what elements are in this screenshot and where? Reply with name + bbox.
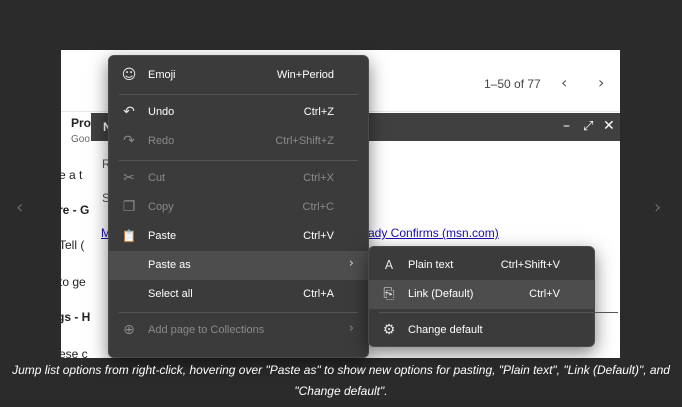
menu-item-paste[interactable]: 📋 Paste Ctrl+V [109,222,368,251]
pasted-link[interactable]: ady Confirms (msn.com) [368,226,499,240]
plain-text-icon: A [384,258,394,272]
email-sender-partial: Pro [71,116,92,130]
menu-item-label: Emoji [148,69,176,81]
menu-item-label: Select all [148,288,193,300]
link-icon: ⎘ [383,286,395,302]
menu-separator [119,312,358,313]
submenu-item-label: Link (Default) [408,288,474,300]
submenu-item-label: Change default [408,324,483,336]
image-caption: Jump list options from right-click, hove… [12,363,670,398]
menu-item-shortcut: Ctrl+Shift+Z [275,135,334,147]
paste-as-submenu: A Plain text Ctrl+Shift+V ⎘ Link (Defaul… [368,246,618,347]
minimize-icon[interactable]: – [563,118,570,134]
submenu-item-shortcut: Ctrl+Shift+V [500,259,560,271]
menu-item-label: Cut [148,172,166,184]
screenshot-frame: ‹ › 1–50 of 77 ‹ › Pro Goo e a t re - G … [0,0,682,407]
menu-item-undo[interactable]: ↶ Undo Ctrl+Z [109,98,368,127]
list-item[interactable]: re - G [61,203,89,217]
context-menu: ☺ Emoji Win+Period ↶ Undo Ctrl+Z ↷ Redo … [108,55,369,358]
collections-icon: ⊕ [123,322,135,338]
menu-item-add-to-collections: ⊕ Add page to Collections › [109,316,368,345]
expand-icon[interactable]: ⤢ [583,119,593,134]
list-item[interactable]: gs - H [61,310,90,324]
submenu-item-shortcut: Ctrl+V [529,288,560,300]
menu-item-select-all[interactable]: Select all Ctrl+A [109,280,368,309]
submenu-item-link-default[interactable]: ⎘ Link (Default) Ctrl+V [369,280,594,309]
older-page-icon[interactable]: ‹ [561,73,567,92]
menu-item-label: Add page to Collections [148,324,265,336]
paste-icon: 📋 [121,229,137,243]
submenu-item-label: Plain text [408,259,454,271]
menu-item-shortcut: Ctrl+Z [303,106,334,118]
menu-item-label: Redo [148,135,175,147]
close-icon[interactable]: ✕ [603,118,615,134]
list-item[interactable]: e a t [61,168,82,182]
list-item[interactable]: ese c [61,347,88,358]
menu-separator [119,94,358,95]
menu-item-label: Copy [148,201,174,213]
menu-item-paste-as[interactable]: Paste as › [109,251,368,280]
gallery-next-icon[interactable]: › [654,197,661,218]
menu-item-shortcut: Win+Period [276,69,334,81]
submenu-item-change-default[interactable]: ⚙ Change default [369,316,594,345]
chevron-right-icon: › [348,321,354,336]
menu-item-label: Undo [148,106,175,118]
list-item[interactable]: to ge [61,275,86,289]
menu-item-shortcut: Ctrl+V [303,230,334,242]
newer-page-icon[interactable]: › [598,73,604,92]
menu-item-shortcut: Ctrl+A [303,288,334,300]
list-item[interactable]: Tell ( [61,238,84,252]
menu-separator [379,312,618,313]
pagination-text: 1–50 of 77 [484,77,541,91]
chevron-right-icon: › [348,256,354,271]
menu-item-cut: ✂ Cut Ctrl+X [109,164,368,193]
redo-icon: ↷ [123,133,135,149]
gear-icon: ⚙ [382,322,396,338]
menu-item-shortcut: Ctrl+X [303,172,334,184]
email-sender-sub-partial: Goo [71,134,90,145]
undo-icon: ↶ [123,104,135,120]
copy-icon: ❐ [122,199,136,215]
submenu-item-plain-text[interactable]: A Plain text Ctrl+Shift+V [369,251,594,280]
menu-separator [119,160,358,161]
menu-item-copy: ❐ Copy Ctrl+C [109,193,368,222]
menu-item-label: Paste [148,230,177,242]
menu-item-emoji[interactable]: ☺ Emoji Win+Period [109,61,368,90]
menu-item-label: Paste as [148,259,191,271]
menu-item-redo: ↷ Redo Ctrl+Shift+Z [109,127,368,156]
cut-icon: ✂ [123,170,135,186]
emoji-icon: ☺ [121,67,137,83]
menu-item-shortcut: Ctrl+C [302,201,334,213]
gallery-prev-icon[interactable]: ‹ [16,197,23,218]
